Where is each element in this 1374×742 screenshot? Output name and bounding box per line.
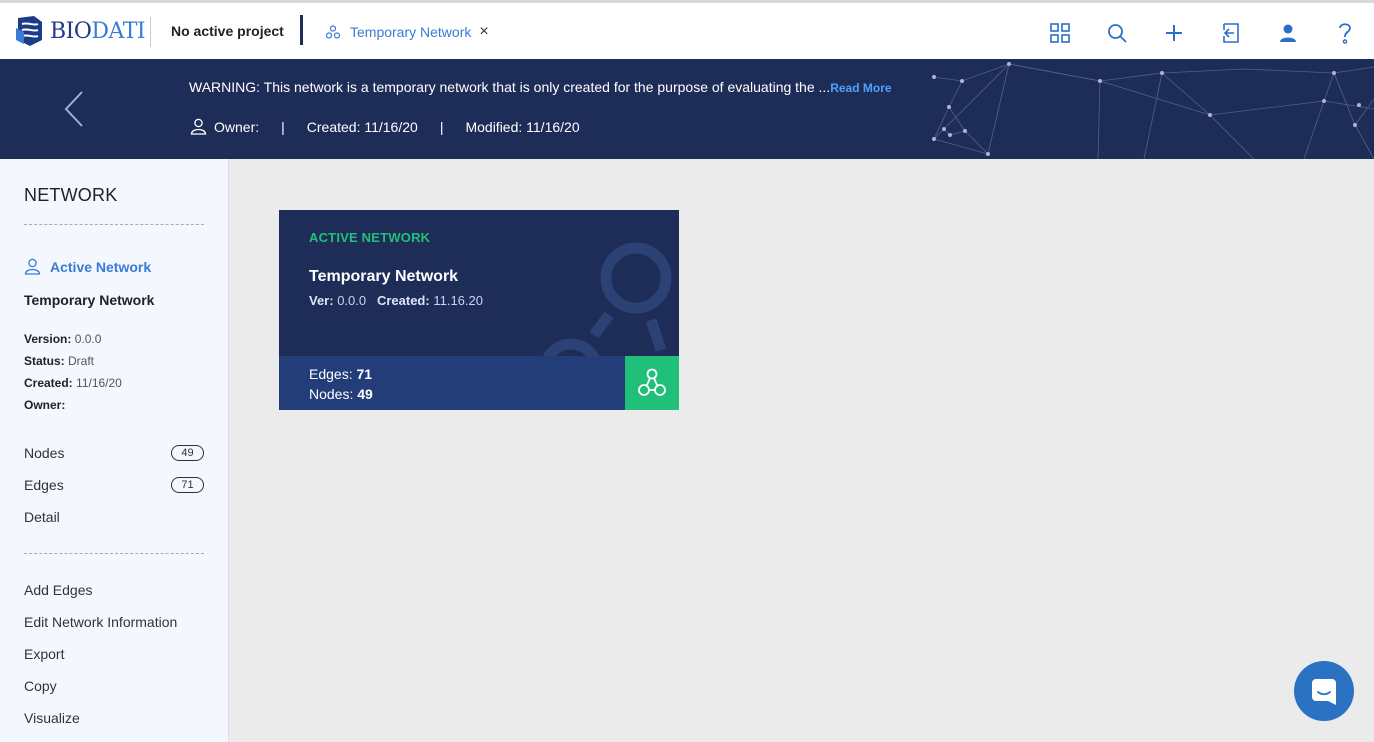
- card-stats: Edges: 71 Nodes: 49: [309, 364, 373, 404]
- network-graph-icon: [638, 368, 666, 396]
- version-row: Version: 0.0.0: [24, 332, 101, 346]
- card-created-label: Created:: [376, 293, 430, 308]
- meta-separator: |: [439, 118, 444, 135]
- chat-launcher-button[interactable]: [1294, 661, 1354, 721]
- card-ver-value: 0.0.0: [337, 293, 367, 308]
- logo-text: BIODATI: [50, 18, 146, 44]
- card-version-created: Ver: 0.0.0 Created: 11.16.20: [309, 293, 483, 308]
- created-date: Created: 11/16/20: [306, 118, 418, 135]
- created-label: Created:: [24, 376, 73, 390]
- network-banner: WARNING: This network is a temporary net…: [0, 59, 1374, 159]
- modified-date: Modified: 11/16/20: [465, 118, 580, 135]
- user-icon[interactable]: [1277, 22, 1299, 44]
- card-edges-value: 71: [356, 366, 373, 382]
- sidebar-item-detail[interactable]: Detail: [24, 509, 60, 525]
- owner-label: Owner:: [24, 398, 66, 412]
- warning-text: WARNING: This network is a temporary net…: [189, 79, 831, 95]
- sidebar-action-copy[interactable]: Copy: [24, 678, 57, 694]
- network-meta: Owner: | Created: 11/16/20 | Modified: 1…: [190, 118, 580, 135]
- logo-text-bold: BIO: [50, 18, 92, 44]
- status-label: Status:: [24, 354, 65, 368]
- status-row: Status: Draft: [24, 354, 94, 368]
- created-value: 11/16/20: [76, 376, 122, 390]
- tab-label: Temporary Network: [350, 24, 472, 40]
- created-row: Created: 11/16/20: [24, 376, 122, 390]
- network-sidebar: NETWORK Active Network Temporary Network…: [0, 159, 229, 742]
- network-pattern-decoration: [932, 62, 1374, 159]
- network-icon: [326, 25, 340, 39]
- header-toolbar: [1014, 22, 1356, 44]
- network-name: Temporary Network: [24, 292, 155, 308]
- owner-icon: [190, 118, 207, 135]
- back-arrow-icon[interactable]: [62, 89, 86, 134]
- card-network-title: Temporary Network: [309, 268, 459, 285]
- active-network-heading[interactable]: Active Network: [24, 258, 151, 275]
- read-more-link[interactable]: Read More: [830, 81, 891, 95]
- card-status-label: ACTIVE NETWORK: [309, 230, 431, 245]
- sidebar-divider: [24, 553, 204, 554]
- open-network-button[interactable]: [625, 356, 679, 410]
- sidebar-action-add-edges[interactable]: Add Edges: [24, 582, 93, 598]
- owner-row: Owner:: [24, 398, 65, 412]
- import-icon[interactable]: [1220, 22, 1242, 44]
- sidebar-item-edges[interactable]: Edges: [24, 477, 64, 493]
- card-nodes-label: Nodes:: [309, 386, 354, 402]
- card-stats-footer: Edges: 71 Nodes: 49: [279, 356, 625, 410]
- card-nodes-value: 49: [357, 386, 373, 402]
- nodes-count-badge: 49: [171, 445, 204, 461]
- card-edges-row: Edges: 71: [309, 364, 373, 384]
- header-divider: [150, 17, 151, 47]
- card-created-value: 11.16.20: [433, 293, 483, 308]
- search-icon[interactable]: [1106, 22, 1128, 44]
- user-outline-icon: [24, 258, 41, 275]
- sidebar-title: NETWORK: [24, 185, 118, 205]
- close-icon[interactable]: ×: [479, 23, 488, 41]
- sidebar-divider: [24, 224, 204, 225]
- card-edges-label: Edges:: [309, 366, 353, 382]
- logo-text-light: DATI: [91, 18, 146, 44]
- sidebar-action-edit-network-information[interactable]: Edit Network Information: [24, 614, 177, 630]
- help-icon[interactable]: [1334, 22, 1356, 44]
- logo-icon: [16, 16, 42, 46]
- tab-divider: [300, 15, 303, 45]
- warning-message: WARNING: This network is a temporary net…: [189, 79, 892, 95]
- version-label: Version:: [24, 332, 72, 346]
- plus-icon[interactable]: [1163, 22, 1185, 44]
- sidebar-item-nodes[interactable]: Nodes: [24, 445, 64, 461]
- active-network-card[interactable]: ACTIVE NETWORK Temporary Network Ver: 0.…: [279, 210, 679, 410]
- top-bar: BIODATI No active project Temporary Netw…: [0, 0, 1374, 59]
- card-ver-label: Ver:: [309, 293, 334, 308]
- status-value: Draft: [68, 354, 95, 368]
- active-network-label: Active Network: [50, 258, 152, 275]
- chat-icon: [1312, 679, 1336, 705]
- tab-temporary-network[interactable]: Temporary Network ×: [326, 23, 489, 41]
- meta-separator: |: [281, 118, 285, 135]
- biodati-logo[interactable]: BIODATI: [14, 13, 146, 49]
- card-nodes-row: Nodes: 49: [309, 384, 373, 404]
- project-selector[interactable]: No active project: [171, 23, 284, 39]
- version-value: 0.0.0: [74, 332, 102, 346]
- sidebar-action-export[interactable]: Export: [24, 646, 64, 662]
- edges-count-badge: 71: [171, 477, 204, 493]
- grid-icon[interactable]: [1049, 22, 1071, 44]
- owner-label: Owner:: [214, 118, 260, 135]
- sidebar-action-visualize[interactable]: Visualize: [24, 710, 80, 726]
